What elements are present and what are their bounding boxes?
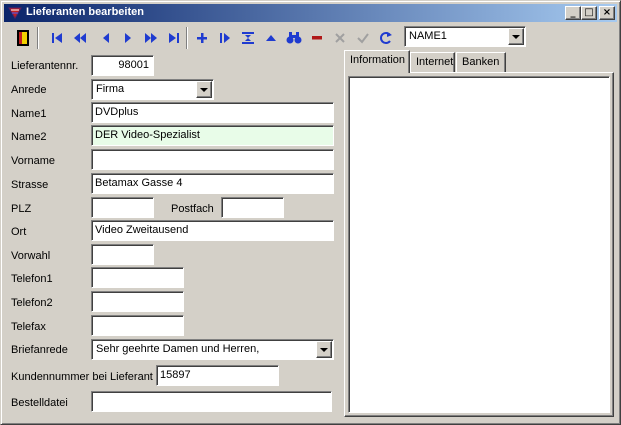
postfach-field[interactable]	[221, 197, 284, 218]
kundennummer-field[interactable]: 15897	[156, 365, 279, 386]
sort-field-value: NAME1	[409, 30, 447, 42]
telefax-field[interactable]	[91, 315, 184, 336]
postfach-label: Postfach	[171, 203, 214, 215]
chevron-down-icon[interactable]	[196, 81, 212, 98]
ort-label: Ort	[11, 226, 27, 238]
search-icon[interactable]	[283, 27, 304, 49]
previous-record-icon[interactable]	[95, 27, 116, 49]
briefanrede-select[interactable]: Sehr geehrte Damen und Herren,	[91, 339, 334, 360]
window-title: Lieferanten bearbeiten	[26, 6, 144, 18]
exit-icon[interactable]	[12, 27, 33, 49]
kundennummer-label: Kundennummer bei Lieferant	[11, 371, 153, 383]
vorname-field[interactable]	[91, 149, 334, 170]
toolbar: NAME1	[4, 24, 617, 51]
next-page-icon[interactable]	[140, 27, 161, 49]
toolbar-separator	[186, 27, 188, 49]
telefon1-field[interactable]	[91, 267, 184, 288]
maximize-button[interactable]: □	[581, 6, 597, 20]
name2-label: Name2	[11, 131, 47, 143]
chevron-down-icon[interactable]	[508, 28, 524, 45]
next-record-icon[interactable]	[117, 27, 138, 49]
tab-internet[interactable]: Internet	[410, 52, 455, 72]
telefon1-label: Telefon1	[11, 273, 53, 285]
fit-icon[interactable]	[237, 27, 258, 49]
tab-banken[interactable]: Banken	[456, 52, 506, 72]
chevron-down-icon[interactable]	[316, 341, 332, 358]
anrede-label: Anrede	[11, 84, 47, 96]
lieferantennr-field[interactable]: 98001	[91, 55, 154, 76]
ort-field[interactable]: Video Zweitausend	[91, 220, 334, 241]
bestelldatei-field[interactable]	[91, 391, 332, 412]
anrede-value: Firma	[96, 83, 125, 95]
refresh-icon[interactable]	[375, 27, 396, 49]
lieferantennr-label: Lieferantennr.	[11, 60, 79, 72]
title-bar[interactable]: Lieferanten bearbeiten _ □ ×	[4, 4, 617, 22]
delete-icon[interactable]	[306, 27, 327, 49]
cancel-icon	[329, 27, 350, 49]
sort-field-select[interactable]: NAME1	[404, 26, 526, 47]
telefax-label: Telefax	[11, 321, 46, 333]
post-icon	[352, 27, 373, 49]
information-memo[interactable]	[348, 76, 610, 413]
previous-page-icon[interactable]	[69, 27, 90, 49]
last-record-icon[interactable]	[163, 27, 184, 49]
anrede-select[interactable]: Firma	[91, 79, 214, 100]
minimize-button[interactable]: _	[565, 6, 581, 20]
name1-label: Name1	[11, 108, 47, 120]
up-icon[interactable]	[260, 27, 281, 49]
tab-panel-information	[344, 72, 614, 417]
briefanrede-value: Sehr geehrte Damen und Herren,	[96, 343, 260, 355]
insert-record-icon[interactable]	[191, 27, 212, 49]
bestelldatei-label: Bestelldatei	[11, 397, 68, 409]
vorname-label: Vorname	[11, 155, 56, 167]
plz-field[interactable]	[91, 197, 154, 218]
name2-field[interactable]: DER Video-Spezialist	[91, 125, 334, 146]
telefon2-field[interactable]	[91, 291, 184, 312]
tab-information[interactable]: Information	[344, 50, 410, 73]
app-window: Lieferanten bearbeiten _ □ × NAME1 Liefe…	[0, 0, 621, 425]
first-record-icon[interactable]	[46, 27, 67, 49]
vorwahl-field[interactable]	[91, 244, 154, 265]
strasse-label: Strasse	[11, 179, 49, 191]
telefon2-label: Telefon2	[11, 297, 53, 309]
vorwahl-label: Vorwahl	[11, 250, 51, 262]
strasse-field[interactable]: Betamax Gasse 4	[91, 173, 334, 194]
toolbar-separator	[37, 27, 39, 49]
app-icon	[8, 7, 22, 19]
briefanrede-label: Briefanrede	[11, 344, 68, 356]
edit-record-icon[interactable]	[214, 27, 235, 49]
name1-field[interactable]: DVDplus	[91, 102, 334, 123]
plz-label: PLZ	[11, 203, 32, 215]
close-button[interactable]: ×	[599, 6, 615, 20]
